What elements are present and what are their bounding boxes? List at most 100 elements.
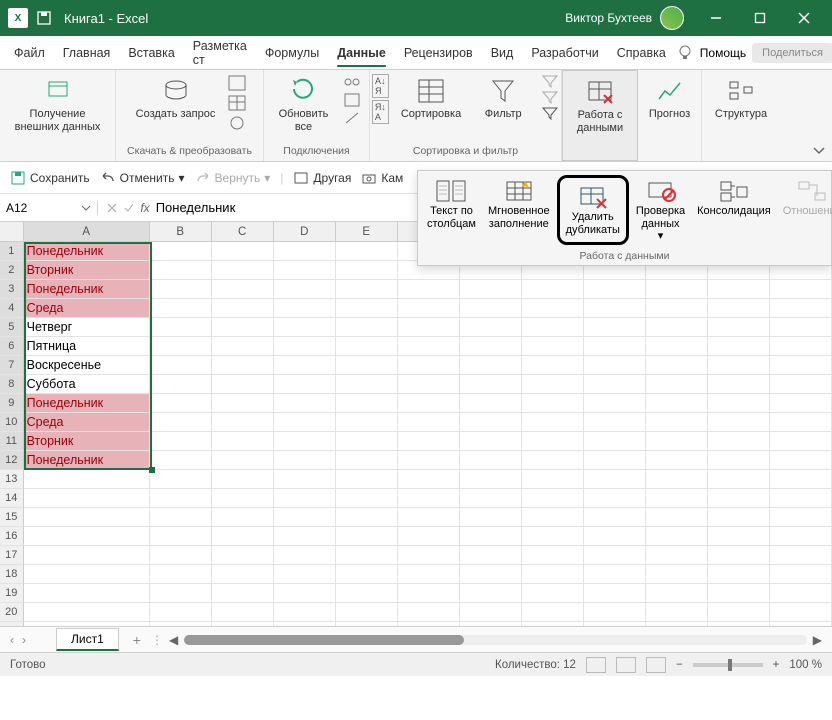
cell[interactable] — [336, 413, 398, 432]
cell[interactable] — [584, 565, 646, 584]
cell[interactable] — [212, 356, 274, 375]
row-header[interactable]: 16 — [0, 527, 24, 546]
cell[interactable] — [150, 584, 212, 603]
cell[interactable] — [150, 318, 212, 337]
cell[interactable]: Вторник — [24, 432, 150, 451]
cell[interactable] — [398, 489, 460, 508]
cell[interactable] — [150, 527, 212, 546]
cell[interactable] — [336, 622, 398, 626]
cell[interactable] — [770, 432, 832, 451]
col-a[interactable]: A — [24, 222, 150, 241]
cell[interactable] — [522, 375, 584, 394]
cell[interactable] — [212, 489, 274, 508]
cell[interactable] — [708, 432, 770, 451]
cell[interactable] — [522, 584, 584, 603]
qat-undo[interactable]: Отменить ▾ — [100, 171, 185, 185]
cell[interactable] — [522, 337, 584, 356]
cell[interactable] — [150, 242, 212, 261]
cell[interactable] — [708, 489, 770, 508]
cell[interactable] — [770, 451, 832, 470]
cell[interactable] — [398, 394, 460, 413]
zoom-slider[interactable] — [693, 663, 763, 667]
cell[interactable] — [398, 508, 460, 527]
cell[interactable] — [460, 318, 522, 337]
cell[interactable] — [150, 394, 212, 413]
cell[interactable] — [646, 565, 708, 584]
recent-icon[interactable] — [227, 114, 247, 132]
cell[interactable] — [770, 584, 832, 603]
cell[interactable] — [770, 337, 832, 356]
cell[interactable] — [770, 356, 832, 375]
cell[interactable] — [150, 489, 212, 508]
cell[interactable] — [646, 337, 708, 356]
share-button[interactable]: Поделиться — [752, 43, 832, 63]
cell[interactable] — [522, 489, 584, 508]
cell[interactable] — [770, 413, 832, 432]
cell[interactable] — [398, 375, 460, 394]
cell[interactable] — [212, 470, 274, 489]
row-header[interactable]: 21 — [0, 622, 24, 626]
cell[interactable] — [708, 356, 770, 375]
cell[interactable] — [212, 242, 274, 261]
cell[interactable] — [770, 375, 832, 394]
cell[interactable] — [708, 413, 770, 432]
cell[interactable] — [212, 375, 274, 394]
cell[interactable] — [274, 280, 336, 299]
row-header[interactable]: 7 — [0, 356, 24, 375]
cell[interactable] — [274, 261, 336, 280]
close-button[interactable] — [784, 4, 824, 32]
hscrollbar[interactable] — [184, 635, 807, 645]
cell[interactable] — [584, 318, 646, 337]
tab-home[interactable]: Главная — [55, 40, 119, 66]
cell[interactable] — [770, 527, 832, 546]
cell[interactable] — [584, 356, 646, 375]
row-header[interactable]: 4 — [0, 299, 24, 318]
cell[interactable] — [522, 622, 584, 626]
cell[interactable] — [336, 489, 398, 508]
sort-az-icon[interactable]: А↓Я — [372, 74, 389, 98]
cell[interactable] — [646, 527, 708, 546]
cell[interactable] — [522, 299, 584, 318]
sort-za-icon[interactable]: Я↓А — [372, 100, 389, 124]
cell[interactable]: Воскресенье — [24, 356, 150, 375]
cell[interactable] — [708, 451, 770, 470]
cell[interactable] — [336, 508, 398, 527]
cell[interactable] — [336, 318, 398, 337]
cell[interactable] — [708, 527, 770, 546]
tab-insert[interactable]: Вставка — [120, 40, 182, 66]
cell[interactable] — [708, 584, 770, 603]
row-header[interactable]: 5 — [0, 318, 24, 337]
row-header[interactable]: 3 — [0, 280, 24, 299]
tab-help[interactable]: Справка — [609, 40, 674, 66]
cell[interactable] — [708, 375, 770, 394]
cell[interactable] — [646, 508, 708, 527]
cell[interactable] — [150, 603, 212, 622]
zoom-value[interactable]: 100 % — [789, 659, 822, 671]
cell[interactable] — [212, 603, 274, 622]
cell[interactable] — [460, 470, 522, 489]
cell[interactable] — [646, 546, 708, 565]
cell[interactable] — [274, 565, 336, 584]
cell[interactable]: Понедельник — [24, 394, 150, 413]
col-d[interactable]: D — [274, 222, 336, 241]
cell[interactable] — [646, 603, 708, 622]
cell[interactable] — [646, 489, 708, 508]
cell[interactable] — [336, 261, 398, 280]
row-header[interactable]: 11 — [0, 432, 24, 451]
sort-button[interactable]: Сортировка — [397, 74, 465, 123]
cell[interactable] — [212, 622, 274, 626]
cell[interactable] — [646, 622, 708, 626]
cell[interactable] — [584, 413, 646, 432]
cell[interactable] — [398, 470, 460, 489]
cell[interactable] — [460, 394, 522, 413]
cell[interactable] — [274, 527, 336, 546]
cell[interactable] — [770, 546, 832, 565]
cell[interactable] — [274, 318, 336, 337]
cell[interactable] — [212, 413, 274, 432]
tab-layout[interactable]: Разметка ст — [185, 33, 255, 73]
filter-button[interactable]: Фильтр — [473, 74, 533, 123]
cell[interactable] — [336, 375, 398, 394]
cell[interactable] — [646, 394, 708, 413]
cell[interactable] — [274, 508, 336, 527]
lightbulb-icon[interactable] — [676, 44, 694, 62]
